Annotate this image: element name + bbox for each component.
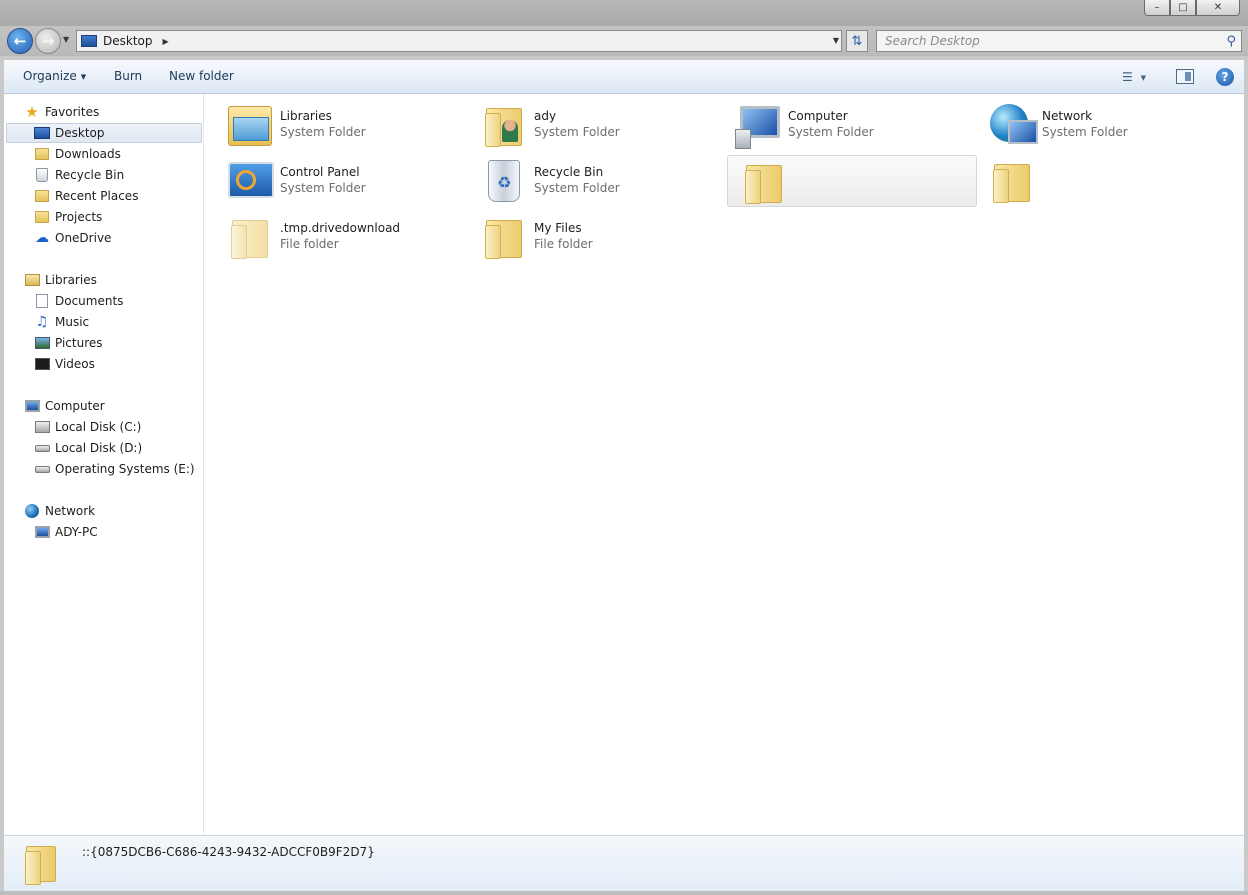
drive-icon [34,440,50,456]
refresh-button[interactable]: ⇅ [846,30,868,52]
new-folder-button[interactable]: New folder [169,69,234,83]
desktop-icon [34,125,50,141]
downloads-folder-icon [34,146,50,162]
organize-button[interactable]: Organize ▼ [23,69,86,83]
search-icon[interactable]: ⚲ [1226,34,1236,49]
address-history-dropdown[interactable]: ▼ [833,36,839,45]
forward-button[interactable]: → [35,28,61,54]
sidebar-item-ady-pc[interactable]: ADY-PC [34,522,98,542]
file-item-network[interactable]: Network System Folder [976,98,1226,150]
refresh-icon: ⇅ [851,33,863,49]
file-item-control-panel[interactable]: Control Panel System Folder [214,154,464,206]
chevron-down-icon: ▼ [1140,74,1146,82]
sidebar-item-recycle-bin[interactable]: Recycle Bin [34,165,124,185]
file-item-unnamed-folder-hovered[interactable] [727,155,977,207]
details-pane: ::{0875DCB6-C686-4243-9432-ADCCF0B9F2D7} [4,835,1244,891]
pc-icon [34,524,50,540]
drive-icon [34,461,50,477]
user-folder-icon [480,100,528,148]
folder-icon [480,212,528,260]
sidebar-item-videos[interactable]: Videos [34,354,95,374]
selected-item-name: ::{0875DCB6-C686-4243-9432-ADCCF0B9F2D7} [82,845,375,859]
window-bottom-border [0,891,1248,895]
file-item-unnamed-folder[interactable] [976,154,1226,206]
burn-button[interactable]: Burn [114,69,142,83]
folder-icon [24,842,64,886]
recent-places-icon [34,188,50,204]
network-icon [988,100,1038,148]
search-input[interactable]: Search Desktop ⚲ [876,30,1242,52]
breadcrumb-desktop[interactable]: Desktop [103,34,153,48]
file-item-libraries[interactable]: Libraries System Folder [214,98,464,150]
folder-icon [34,209,50,225]
sidebar-item-pictures[interactable]: Pictures [34,333,103,353]
navigation-bar: ← → ▼ Desktop ▶ ▼ ⇅ Search Desktop ⚲ [0,26,1248,56]
file-item-computer[interactable]: Computer System Folder [722,98,972,150]
folder-icon [226,212,274,260]
sidebar-computer[interactable]: Computer [24,396,105,416]
arrow-left-icon: ← [13,32,27,50]
documents-icon [34,293,50,309]
music-icon: ♫ [35,314,49,330]
libraries-icon [226,100,274,148]
chevron-down-icon: ▼ [80,73,87,81]
sidebar-item-music[interactable]: ♫ Music [34,312,89,332]
sidebar-network[interactable]: Network [24,501,95,521]
favorites-star-icon: ★ [25,103,39,121]
sidebar-item-onedrive[interactable]: ☁ OneDrive [34,228,111,248]
libraries-icon [24,272,40,288]
sidebar-item-recent-places[interactable]: Recent Places [34,186,138,206]
minimize-button[interactable]: – [1144,0,1170,16]
sidebar-item-downloads[interactable]: Downloads [34,144,121,164]
file-item-my-files[interactable]: My Files File folder [468,210,718,262]
breadcrumb-chevron-icon[interactable]: ▶ [163,37,169,46]
sidebar-libraries[interactable]: Libraries [24,270,97,290]
address-bar[interactable]: Desktop ▶ ▼ [76,30,842,52]
file-item-ady[interactable]: ady System Folder [468,98,718,150]
videos-icon [34,356,50,372]
onedrive-icon: ☁ [35,230,49,246]
sidebar-favorites[interactable]: ★ Favorites [24,102,99,122]
sidebar-item-desktop[interactable]: Desktop [6,123,202,143]
folder-icon [740,157,788,205]
window-controls: – □ ✕ [1144,0,1240,16]
view-options-icon: ☰ [1122,70,1133,84]
desktop-icon [81,35,97,47]
file-list[interactable]: Libraries System Folder ady System Folder … [204,94,1244,835]
recent-pages-dropdown[interactable]: ▼ [63,35,69,44]
network-icon [24,503,40,519]
computer-icon [734,100,782,149]
help-icon: ? [1221,70,1229,84]
sidebar-item-documents[interactable]: Documents [34,291,123,311]
navigation-pane[interactable]: ★ Favorites Desktop Downloads Recycle Bi… [4,94,204,835]
pictures-icon [34,335,50,351]
close-button[interactable]: ✕ [1196,0,1240,16]
computer-icon [24,398,40,414]
sidebar-item-operating-systems-e[interactable]: Operating Systems (E:) [34,459,195,479]
back-button[interactable]: ← [7,28,33,54]
maximize-button[interactable]: □ [1170,0,1196,16]
command-bar: Organize ▼ Burn New folder ☰ ▼ ? [4,60,1244,94]
explorer-body: ★ Favorites Desktop Downloads Recycle Bi… [4,94,1244,835]
recycle-bin-icon [34,167,50,183]
title-bar[interactable]: – □ ✕ [0,0,1248,28]
preview-pane-button[interactable] [1176,69,1194,84]
sidebar-item-local-disk-c[interactable]: Local Disk (C:) [34,417,141,437]
control-panel-icon [226,156,274,204]
file-item-tmp-drivedownload[interactable]: .tmp.drivedownload File folder [214,210,464,262]
sidebar-item-projects[interactable]: Projects [34,207,102,227]
change-view-button[interactable]: ☰ ▼ [1122,70,1146,84]
help-button[interactable]: ? [1216,68,1234,86]
file-item-recycle-bin[interactable]: Recycle BinSystem Folder [468,154,718,206]
system-drive-icon [34,419,50,435]
folder-icon [988,156,1036,204]
arrow-right-icon: → [41,32,55,50]
sidebar-item-local-disk-d[interactable]: Local Disk (D:) [34,438,142,458]
recycle-bin-icon [480,156,528,204]
search-placeholder: Search Desktop [885,34,980,48]
